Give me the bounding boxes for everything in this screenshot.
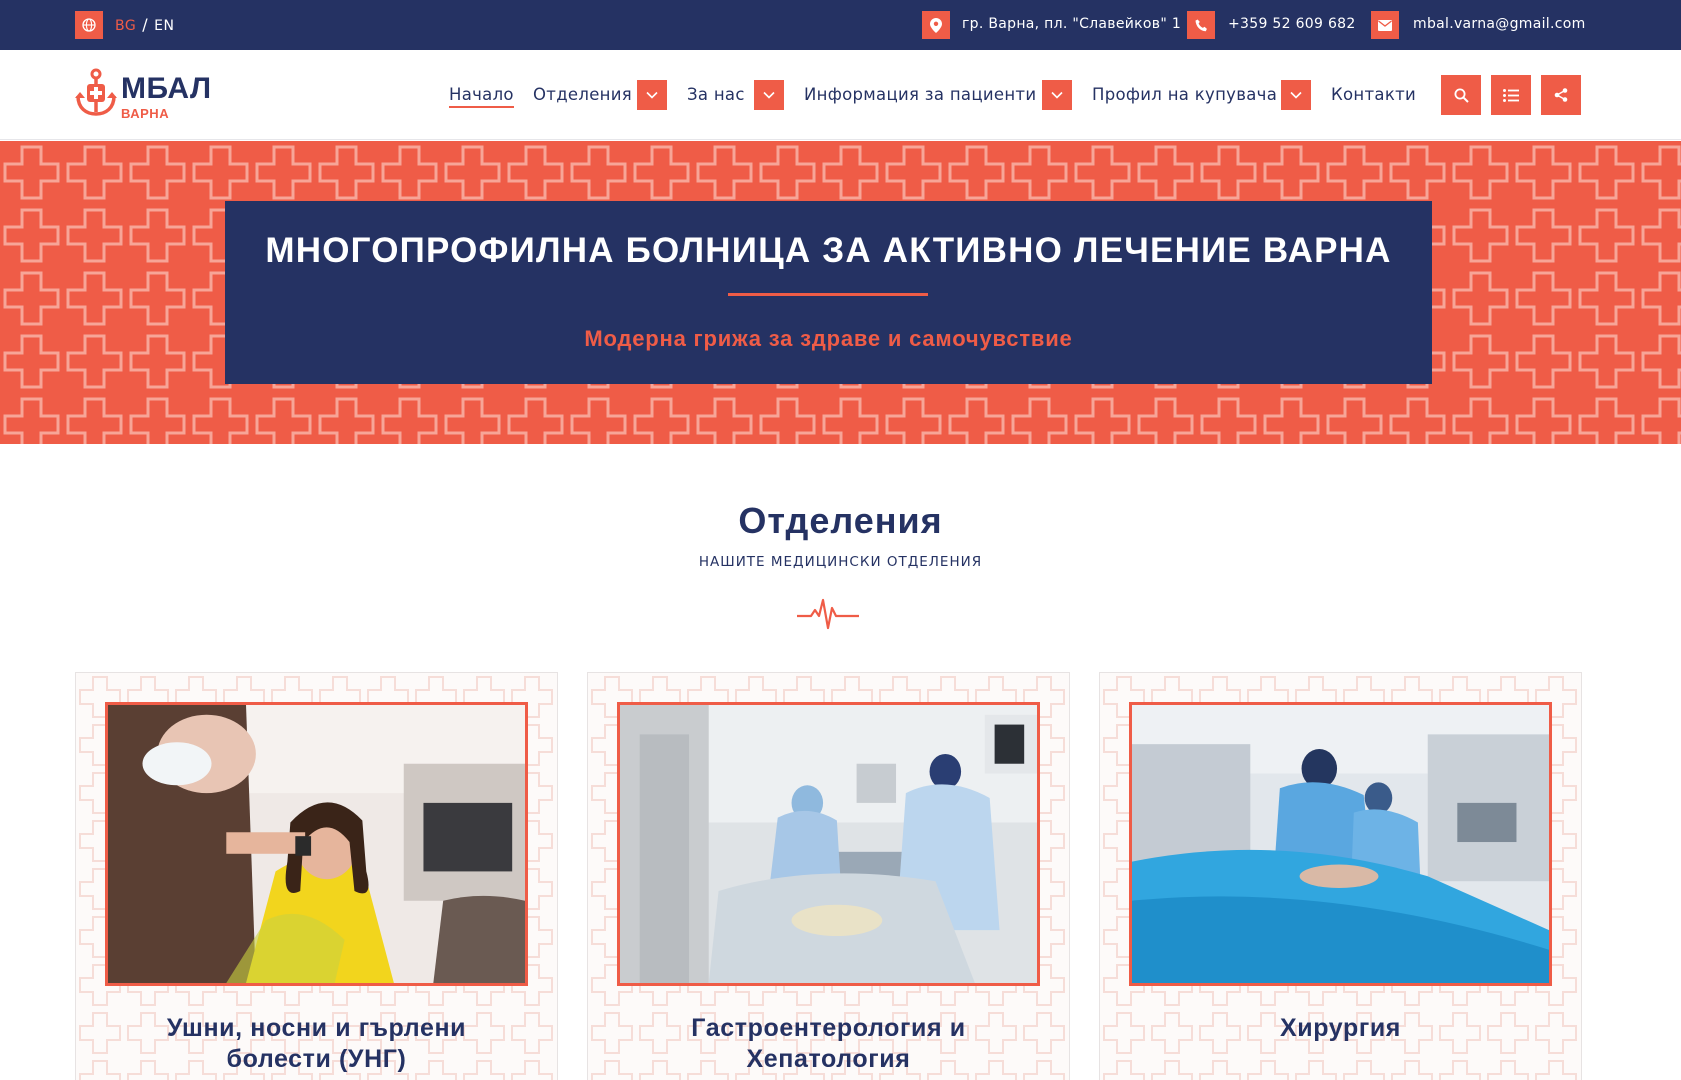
phone-icon <box>1187 11 1215 39</box>
logo-subtitle: ВАРНА <box>121 106 170 121</box>
chevron-down-icon[interactable] <box>754 80 784 110</box>
chevron-down-icon[interactable] <box>637 80 667 110</box>
lang-en-link[interactable]: EN <box>154 18 174 34</box>
language-switcher: BG / EN <box>115 15 174 34</box>
nav-about[interactable]: За нас <box>687 85 745 104</box>
department-title[interactable]: Ушни, носни и гърлени болести (УНГ) <box>76 1013 557 1075</box>
globe-icon[interactable] <box>75 11 103 39</box>
share-icon <box>1554 88 1568 102</box>
hero-title: МНОГОПРОФИЛНА БОЛНИЦА ЗА АКТИВНО ЛЕЧЕНИЕ… <box>265 231 1392 270</box>
nav-patient-info[interactable]: Информация за пациенти <box>804 85 1036 104</box>
section-subtitle: НАШИТЕ МЕДИЦИНСКИ ОТДЕЛЕНИЯ <box>698 554 983 570</box>
hero-subtitle: Модерна грижа за здраве и самочувствие <box>584 326 1073 351</box>
email-link[interactable]: mbal.varna@gmail.com <box>1413 16 1586 32</box>
share-button[interactable] <box>1541 75 1581 115</box>
site-logo[interactable]: МБАЛ ВАРНА <box>75 68 215 124</box>
search-icon <box>1454 88 1469 103</box>
location-pin-icon <box>922 11 950 39</box>
hero-title-box: МНОГОПРОФИЛНА БОЛНИЦА ЗА АКТИВНО ЛЕЧЕНИЕ… <box>225 201 1432 384</box>
section-title: Отделения <box>738 500 943 541</box>
department-title[interactable]: Гастроентерология и Хепатология <box>588 1013 1069 1075</box>
nav-home[interactable]: Начало <box>449 85 514 108</box>
department-card[interactable]: Ушни, носни и гърлени болести (УНГ) <box>75 672 558 1080</box>
department-photo-ent[interactable] <box>105 702 528 986</box>
lang-bg-link[interactable]: BG <box>115 18 136 34</box>
top-bar: BG / EN гр. Варна, пл. "Славейков" 1 +359 … <box>0 0 1681 50</box>
lang-separator: / <box>142 15 149 34</box>
department-photo-gastro[interactable] <box>617 702 1040 986</box>
search-button[interactable] <box>1441 75 1481 115</box>
phone-link[interactable]: +359 52 609 682 <box>1228 16 1356 32</box>
nav-departments[interactable]: Отделения <box>533 85 632 104</box>
hero-divider <box>728 293 928 296</box>
anchor-cross-logo-icon <box>75 68 117 116</box>
department-card[interactable]: Хирургия <box>1099 672 1582 1080</box>
department-card[interactable]: Гастроентерология и Хепатология <box>587 672 1070 1080</box>
menu-list-button[interactable] <box>1491 75 1531 115</box>
envelope-icon <box>1371 11 1399 39</box>
heartbeat-icon <box>797 598 859 630</box>
chevron-down-icon[interactable] <box>1042 80 1072 110</box>
logo-title: МБАЛ <box>121 72 212 105</box>
department-title[interactable]: Хирургия <box>1100 1013 1581 1044</box>
department-photo-surgery[interactable] <box>1129 702 1552 986</box>
list-icon <box>1503 88 1519 102</box>
hero-banner: МНОГОПРОФИЛНА БОЛНИЦА ЗА АКТИВНО ЛЕЧЕНИЕ… <box>0 141 1681 444</box>
nav-buyer-profile[interactable]: Профил на купувача <box>1092 85 1277 104</box>
nav-contacts[interactable]: Контакти <box>1331 85 1416 104</box>
chevron-down-icon[interactable] <box>1281 80 1311 110</box>
address-text: гр. Варна, пл. "Славейков" 1 <box>962 16 1182 32</box>
